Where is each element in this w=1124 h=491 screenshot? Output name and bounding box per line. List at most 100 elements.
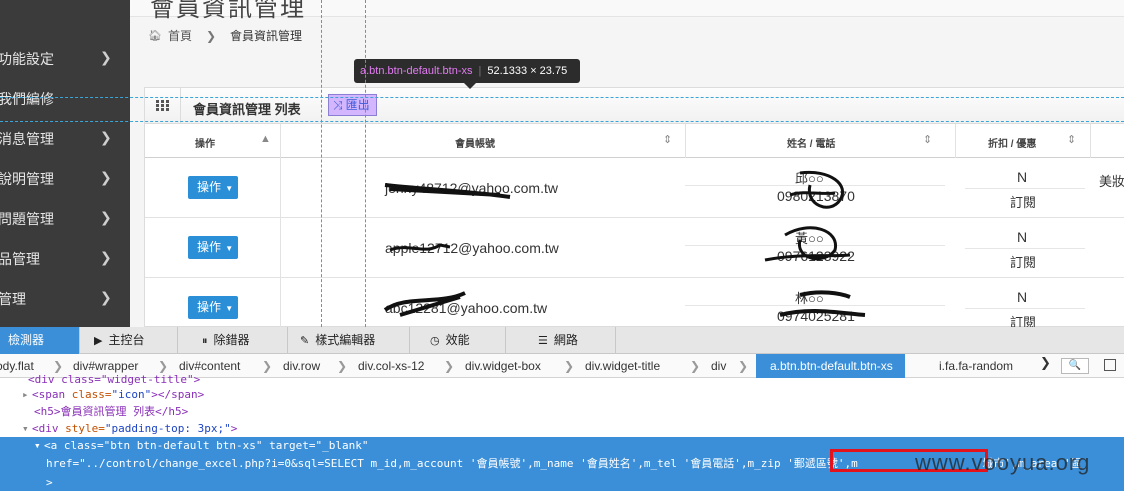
chevron-right-icon: ❯: [100, 209, 112, 225]
sort-asc-icon[interactable]: ▲: [260, 133, 271, 145]
markup-text: >: [230, 422, 238, 435]
export-label: 匯出: [345, 98, 370, 112]
chevron-right-icon: ❯: [100, 249, 112, 265]
chevron-right-icon: ❯: [100, 129, 112, 145]
sidebar-toggle-icon[interactable]: [1104, 359, 1116, 371]
divider: |: [478, 65, 482, 77]
gauge-icon: ◷: [430, 335, 440, 347]
sidebar-item-faq[interactable]: 問題管理 ❯: [0, 198, 130, 238]
sidebar-item-management[interactable]: 管理 ❯: [0, 278, 130, 318]
random-icon: ⤨: [333, 98, 343, 112]
expand-arrow-icon[interactable]: ▸: [22, 386, 32, 403]
divider: [280, 124, 281, 158]
tab-console[interactable]: ▶ 主控台: [80, 327, 178, 354]
divider: [965, 248, 1085, 249]
sidebar-item-news[interactable]: 消息管理 ❯: [0, 118, 130, 158]
divider: [280, 158, 281, 218]
sidebar-item-label: 功能設定: [0, 51, 54, 67]
breadcrumb: 🏠︎ 首頁 ❯ 會員資訊管理: [148, 27, 302, 44]
table-row: 操作 ▼ jenny48712@yahoo.com.tw 邱○○ 0980213…: [145, 158, 1124, 218]
table-row: 操作 ▼ apple12712@yahoo.com.tw 黃○○ 0976123…: [145, 218, 1124, 278]
subscribe-status: 訂閱: [1010, 195, 1037, 210]
markup-line[interactable]: <h5>會員資訊管理 列表</h5>: [0, 403, 1124, 420]
tooltip-selector: a.btn.btn-default.btn-xs: [360, 65, 473, 77]
divider: [965, 308, 1085, 309]
extra-cell: 美妝: [1099, 174, 1124, 189]
markup-text: style=: [65, 422, 105, 435]
pencil-icon: ✎: [300, 335, 310, 347]
sort-icon[interactable]: ⇕: [663, 133, 672, 146]
subscribe-status: 訂閱: [1010, 255, 1037, 270]
sidebar-item-feature-settings[interactable]: 功能設定 ❯: [0, 38, 130, 78]
markup-text: <a class="btn btn-default btn-xs" target…: [44, 439, 369, 452]
tab-inspector[interactable]: 檢測器: [0, 327, 80, 354]
pause-icon: ⏸: [202, 335, 208, 347]
tab-label: 檢測器: [8, 333, 45, 347]
collapse-arrow-icon[interactable]: ▾: [34, 437, 44, 454]
console-icon: ▶: [94, 335, 103, 347]
markup-text: ></span>: [151, 388, 205, 401]
sidebar-item-about-edit[interactable]: 我們編修: [0, 78, 130, 118]
action-dropdown-button[interactable]: 操作 ▼: [188, 236, 238, 259]
tab-performance[interactable]: ◷ 效能: [410, 327, 506, 354]
action-label: 操作: [197, 240, 222, 254]
main-content: 會員資訊管理 🏠︎ 首頁 ❯ 會員資訊管理 會員資訊管理 列表 ⤨ 匯出 操作 …: [130, 0, 1124, 338]
tab-label: 樣式編輯器: [315, 333, 376, 347]
markup-line[interactable]: ▾ <div style="padding-top: 3px;">: [0, 420, 1124, 437]
network-icon: ☰: [538, 335, 548, 347]
inspector-guide-line: [365, 0, 366, 327]
caret-down-icon: ▼: [223, 244, 234, 253]
markup-line-selected[interactable]: >: [0, 474, 1124, 491]
tab-label: 網路: [553, 333, 578, 347]
divider: [965, 188, 1085, 189]
tab-network[interactable]: ☰ 網路: [506, 327, 616, 354]
tab-debugger[interactable]: ⏸ 除錯器: [178, 327, 288, 354]
breadcrumb-home[interactable]: 首頁: [168, 27, 192, 44]
divider: [685, 185, 945, 186]
account-cell: abc12281@yahoo.com.tw: [385, 300, 548, 316]
account-cell: jenny48712@yahoo.com.tw: [385, 180, 558, 196]
tab-style-editor[interactable]: ✎ 樣式編輯器: [288, 327, 410, 354]
collapse-arrow-icon[interactable]: ▾: [22, 420, 32, 437]
markup-text: <div class="widget-title">: [28, 373, 201, 386]
column-header-action[interactable]: 操作: [195, 135, 215, 150]
column-header-account[interactable]: 會員帳號: [455, 135, 495, 150]
search-icon: 🔍: [1068, 360, 1082, 371]
sidebar-item-products[interactable]: 品管理 ❯: [0, 238, 130, 278]
sidebar-item-guides[interactable]: 說明管理 ❯: [0, 158, 130, 198]
divider: [685, 245, 945, 246]
chevron-right-icon: ❯: [205, 28, 217, 43]
sort-icon[interactable]: ⇕: [923, 133, 932, 146]
scroll-right-icon[interactable]: ❯: [1040, 355, 1051, 371]
divider: [955, 124, 956, 158]
markup-line[interactable]: ▸ <span class="icon"></span>: [0, 386, 1124, 403]
markup-text: class=: [71, 388, 112, 401]
inspector-guide-line: [0, 121, 1124, 122]
name-phone-cell: 黃○○ 0976123922: [685, 222, 945, 274]
sort-icon[interactable]: ⇕: [1067, 133, 1076, 146]
sidebar-item-label: 管理: [0, 291, 26, 307]
markup-text: "padding-top: 3px;": [104, 422, 231, 435]
widget-heading: 會員資訊管理 列表: [193, 102, 301, 117]
discount-value: N: [1017, 229, 1028, 245]
home-icon: 🏠︎: [148, 30, 162, 42]
markup-text: <h5>會員資訊管理 列表</h5>: [34, 405, 189, 418]
column-header-discount[interactable]: 折扣 / 優惠: [988, 135, 1036, 150]
markup-text: <div: [32, 422, 66, 435]
column-header-name-phone[interactable]: 姓名 / 電話: [787, 135, 835, 150]
sidebar-item-label: 問題管理: [0, 211, 54, 227]
sidebar-item-label: 我們編修: [0, 91, 54, 107]
caret-down-icon: ▼: [223, 184, 234, 193]
discount-cell: N 訂閱: [965, 222, 1085, 274]
caret-down-icon: ▼: [223, 304, 234, 313]
divider: [280, 218, 281, 278]
action-dropdown-button[interactable]: 操作 ▼: [188, 176, 238, 199]
action-dropdown-button[interactable]: 操作 ▼: [188, 296, 238, 319]
watermark: www.vooyua.org: [915, 450, 1091, 475]
sidebar-item-label: 消息管理: [0, 131, 54, 147]
sidebar-item-label: 品管理: [0, 251, 40, 267]
inspector-guide-line: [321, 0, 322, 327]
divider: [685, 305, 945, 306]
chevron-right-icon: ❯: [100, 49, 112, 65]
widget-box: 會員資訊管理 列表 ⤨ 匯出 操作 ▲ 會員帳號 ⇕ 姓名 / 電話 ⇕ 折扣 /…: [144, 87, 1124, 338]
